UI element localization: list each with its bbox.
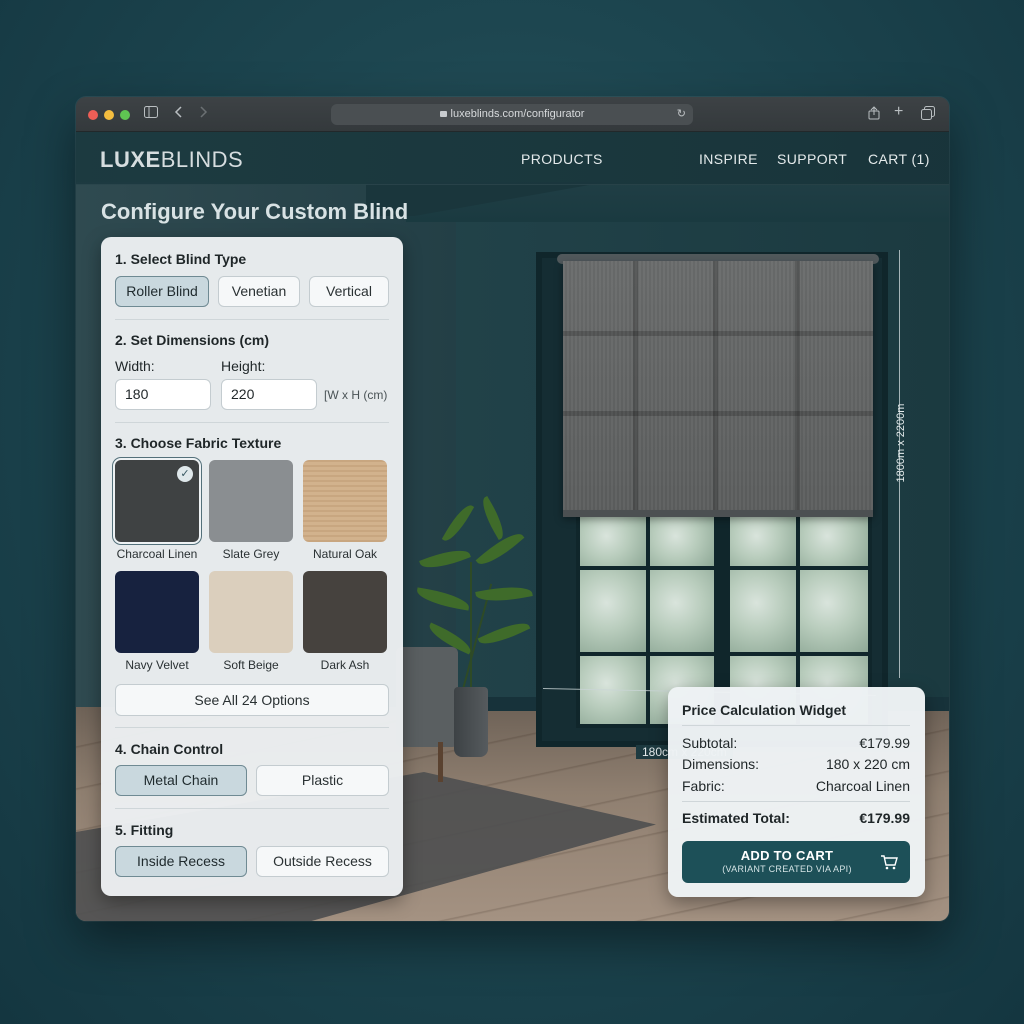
swatch-label: Soft Beige [223, 658, 279, 672]
price-calculation-widget: Price Calculation Widget Subtotal: €179.9… [668, 687, 925, 897]
divider [682, 725, 910, 726]
roller-blind-preview [563, 261, 873, 515]
nav-link-inspire[interactable]: INSPIRE [699, 151, 758, 167]
forward-icon[interactable] [198, 106, 208, 122]
address-bar[interactable]: luxeblinds.com/configurator ↻ [331, 104, 693, 125]
divider [115, 727, 389, 728]
reload-icon[interactable]: ↻ [677, 104, 686, 125]
browser-toolbar: luxeblinds.com/configurator ↻ + [76, 97, 949, 132]
swatch-natural-oak[interactable] [303, 460, 387, 542]
option-vertical[interactable]: Vertical [309, 276, 389, 307]
width-input[interactable]: 180 [115, 379, 211, 410]
divider [115, 319, 389, 320]
nav-link-cart[interactable]: CART (1) [868, 151, 930, 167]
price-row-total: Estimated Total: €179.99 [682, 810, 910, 826]
swatch-charcoal-linen[interactable]: ✓ [115, 460, 199, 542]
option-inside-recess[interactable]: Inside Recess [115, 846, 247, 877]
swatch-label: Slate Grey [222, 547, 280, 561]
configurator-panel: 1. Select Blind Type Roller Blind Veneti… [101, 237, 403, 896]
share-icon[interactable] [868, 106, 880, 124]
swatch-navy-velvet[interactable] [115, 571, 199, 653]
close-window-button[interactable] [88, 110, 98, 120]
see-all-options-button[interactable]: See All 24 Options [115, 684, 389, 716]
new-tab-icon[interactable]: + [894, 104, 903, 120]
swatch-label: Dark Ash [320, 658, 370, 672]
add-to-cart-label: ADD TO CART [740, 848, 834, 863]
height-input[interactable]: 220 [221, 379, 317, 410]
nav-link-products[interactable]: PRODUCTS [521, 151, 603, 167]
swatch-label: Navy Velvet [125, 658, 189, 672]
brand-logo[interactable]: LUXEBLINDS [100, 147, 243, 173]
height-label: Height: [221, 358, 266, 374]
swatch-soft-beige[interactable] [209, 571, 293, 653]
height-dimension-label: 1800m x 2200m [895, 403, 907, 483]
site-header: LUXEBLINDS PRODUCTS INSPIRE SUPPORT CART… [76, 132, 949, 185]
option-plastic[interactable]: Plastic [256, 765, 389, 796]
cart-icon [881, 855, 898, 870]
blind-bottom-bar [563, 510, 873, 517]
armchair [396, 647, 458, 747]
option-venetian[interactable]: Venetian [218, 276, 300, 307]
price-row-subtotal: Subtotal: €179.99 [682, 735, 910, 751]
section-title-dimensions: 2. Set Dimensions (cm) [115, 332, 270, 348]
sidebar-icon[interactable] [144, 106, 158, 122]
section-title-fabric: 3. Choose Fabric Texture [115, 435, 282, 451]
add-to-cart-sublabel: (VARIANT CREATED VIA API) [722, 864, 852, 874]
divider [682, 801, 910, 802]
maximize-window-button[interactable] [120, 110, 130, 120]
page-title: Configure Your Custom Blind [101, 199, 409, 224]
swatch-slate-grey[interactable] [209, 460, 293, 542]
nav-link-support[interactable]: SUPPORT [777, 151, 847, 167]
url-text: luxeblinds.com/configurator [450, 108, 585, 120]
dimension-unit-hint: [W x H (cm) [324, 388, 388, 402]
option-outside-recess[interactable]: Outside Recess [256, 846, 389, 877]
divider [115, 422, 389, 423]
minimize-window-button[interactable] [104, 110, 114, 120]
section-title-chain: 4. Chain Control [115, 741, 224, 757]
price-row-dimensions: Dimensions: 180 x 220 cm [682, 756, 910, 772]
option-metal-chain[interactable]: Metal Chain [115, 765, 247, 796]
tabs-overview-icon[interactable] [921, 106, 935, 124]
back-icon[interactable] [174, 106, 184, 122]
width-label: Width: [115, 358, 155, 374]
swatch-label: Natural Oak [312, 547, 378, 561]
divider [115, 808, 389, 809]
option-roller-blind[interactable]: Roller Blind [115, 276, 209, 307]
price-row-fabric: Fabric: Charcoal Linen [682, 778, 910, 794]
price-widget-title: Price Calculation Widget [682, 702, 847, 718]
section-title-blind-type: 1. Select Blind Type [115, 251, 247, 267]
browser-window: luxeblinds.com/configurator ↻ + 1800m x … [76, 97, 949, 921]
swatch-dark-ash[interactable] [303, 571, 387, 653]
section-title-fitting: 5. Fitting [115, 822, 174, 838]
checkmark-icon: ✓ [177, 466, 193, 482]
swatch-label: Charcoal Linen [116, 547, 198, 561]
add-to-cart-button[interactable]: ADD TO CART (VARIANT CREATED VIA API) [682, 841, 910, 883]
armchair-leg [438, 742, 443, 782]
lock-icon [439, 111, 447, 117]
